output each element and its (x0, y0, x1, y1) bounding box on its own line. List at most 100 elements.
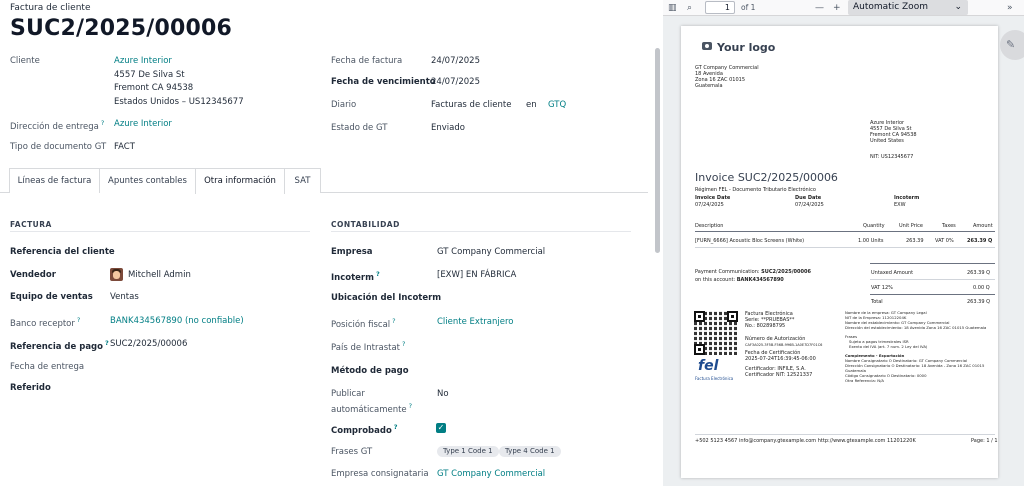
help-icon: ? (408, 402, 413, 410)
company-address-line: Guatemala (695, 83, 723, 89)
zoom-select[interactable]: Automatic Zoom ⌄ (848, 0, 968, 15)
more-tools-icon[interactable]: » (1007, 1, 1013, 15)
form-scrollbar[interactable] (655, 48, 660, 253)
invoice-form: Factura de cliente SUC2/2025/00006 Clien… (0, 0, 648, 486)
ubicacion-incoterm-label: Ubicación del Incoterm (331, 293, 442, 303)
page-number-input[interactable]: 1 (705, 1, 735, 14)
help-icon: ? (402, 340, 406, 348)
pais-intrastat-label: País de Intrastat? (331, 340, 406, 353)
pdf-payment-communication: Payment Communication: SUC2/2025/00006 (695, 269, 811, 275)
pdf-line-cell: VAT 0% (935, 238, 954, 244)
consignataria-label: Empresa consignataria (331, 469, 429, 479)
help-icon: ? (104, 339, 109, 347)
incoterm-value[interactable]: [EXW] EN FÁBRICA (437, 270, 516, 280)
fel-logo-sub: Factura Electrónica (695, 376, 734, 381)
pdf-untaxed-label: Untaxed Amount (871, 270, 914, 276)
pdf-payment-account: on this account: BANK434567890 (695, 277, 784, 283)
cliente-link[interactable]: Azure Interior (114, 56, 172, 66)
pdf-line-cell: 1.00 Units (858, 238, 884, 244)
tipo-documento-value[interactable]: FACT (114, 142, 135, 152)
direccion-entrega-label: Dirección de entrega? (10, 119, 105, 132)
section-title-factura: FACTURA (10, 220, 52, 229)
frase-tag[interactable]: Type 4 Code 1 (499, 446, 561, 457)
tipo-documento-label: Tipo de documento GT (10, 142, 107, 152)
equipo-ventas-label: Equipo de ventas (10, 292, 93, 302)
fecha-entrega-label: Fecha de entrega (10, 362, 85, 372)
tab-sat[interactable]: SAT (284, 168, 321, 193)
posicion-fiscal-link[interactable]: Cliente Extranjero (437, 317, 513, 327)
pdf-regime: Régimen FEL - Documento Tributario Elect… (695, 187, 816, 193)
fel-auth-value: CAF3A025-3F5B-F56B-996B-1A0E7D7F01C6 (745, 343, 823, 347)
ref-pago-value[interactable]: SUC2/2025/00006 (110, 339, 187, 349)
fel-cert-value: 2025-07-24T16:39:45-06:00 (745, 356, 816, 362)
pdf-divider (870, 279, 995, 280)
pdf-viewer: ▥ ⌕ 1 of 1 — + Automatic Zoom ⌄ » Your lo… (663, 0, 1024, 486)
estado-gt-label: Estado de GT (331, 123, 388, 133)
vendedor-label: Vendedor (10, 270, 56, 280)
ref-cliente-label: Referencia del cliente (10, 247, 115, 257)
vendedor-value[interactable]: Mitchell Admin (128, 270, 191, 280)
diario-value[interactable]: Facturas de cliente (431, 100, 511, 110)
metodo-pago-label: Método de pago (331, 366, 409, 376)
publicar-label: Publicar (331, 389, 365, 399)
pdf-footer: +502 5123 4567 info@company.gtexample.co… (695, 438, 916, 444)
help-icon: ? (76, 316, 81, 324)
issuer-line: Dirección del establecimiento: 18 Avenid… (845, 325, 987, 330)
section-divider (10, 231, 310, 232)
section-title-contabilidad: CONTABILIDAD (331, 220, 400, 229)
pdf-divider (870, 294, 995, 295)
notebook-tabs: Líneas de factura Apuntes contables Otra… (0, 168, 648, 194)
equipo-ventas-value[interactable]: Ventas (110, 292, 139, 302)
tab-otra-informacion[interactable]: Otra información (195, 168, 285, 194)
consignataria-link[interactable]: GT Company Commercial (437, 469, 545, 479)
estado-gt-value[interactable]: Enviado (431, 123, 465, 133)
pdf-line-cell: 263.39 Q (967, 238, 993, 244)
pdf-col-header: Description (695, 223, 724, 229)
pdf-vat-label: VAT 12% (871, 285, 893, 291)
pdf-divider (870, 263, 995, 264)
incoterm-label: Incoterm? (331, 270, 380, 283)
pdf-col-header: Unit Price (899, 223, 923, 229)
pdf-invoice-date: 07/24/2025 (695, 202, 724, 208)
sidebar-toggle-icon[interactable]: ▥ (668, 1, 677, 15)
pdf-col-header: Quantity (863, 223, 885, 229)
diario-label: Diario (331, 100, 357, 110)
fecha-factura-value[interactable]: 24/07/2025 (431, 56, 480, 66)
pdf-col-header: Amount (973, 223, 993, 229)
tab-apuntes-contables[interactable]: Apuntes contables (99, 168, 196, 193)
page-total: of 1 (741, 3, 756, 12)
publicar-value[interactable]: No (437, 389, 449, 399)
cliente-address-line: Fremont CA 94538 (114, 83, 194, 93)
empresa-value[interactable]: GT Company Commercial (437, 247, 545, 257)
complemento-line: Otra Referencia: N/A (845, 378, 884, 383)
document-name: SUC2/2025/00006 (10, 16, 233, 41)
referido-label: Referido (10, 383, 51, 393)
currency-link[interactable]: GTQ (548, 100, 566, 110)
frase-tag[interactable]: Type 1 Code 1 (437, 446, 499, 457)
pdf-page: Your logo GT Company Commercial 18 Aveni… (681, 26, 998, 478)
help-icon: ? (375, 270, 380, 278)
ref-pago-label: Referencia de pago? (10, 339, 109, 352)
chevron-down-icon: ⌄ (954, 2, 962, 12)
pdf-incoterm: EXW (894, 202, 906, 208)
zoom-in-button[interactable]: + (833, 1, 841, 15)
pdf-invoice-title: Invoice SUC2/2025/00006 (695, 171, 838, 184)
frase-line: Exento del IVA (art. 7 num. 2 Ley del IV… (849, 344, 928, 349)
empresa-label: Empresa (331, 247, 373, 257)
cliente-address-line: 4557 De Silva St (114, 70, 185, 80)
direccion-entrega-link[interactable]: Azure Interior (114, 119, 172, 129)
help-icon: ? (392, 317, 396, 325)
zoom-out-button[interactable]: — (815, 1, 824, 15)
tab-lineas-factura[interactable]: Líneas de factura (9, 168, 100, 193)
comprobado-checkbox[interactable]: ✓ (436, 423, 446, 433)
avatar (110, 268, 123, 281)
pdf-incoterm-label: Incoterm (894, 195, 920, 201)
edit-icon[interactable]: ✎ (1000, 30, 1024, 60)
pdf-divider (695, 231, 995, 232)
pdf-due-date-label: Due Date (795, 195, 822, 201)
search-icon[interactable]: ⌕ (687, 1, 692, 15)
banco-receptor-link[interactable]: BANK434567890 (no confiable) (110, 316, 244, 326)
fel-logo: fel (698, 358, 719, 374)
fecha-factura-label: Fecha de factura (331, 56, 403, 66)
fecha-vencimiento-value[interactable]: 24/07/2025 (431, 77, 480, 87)
